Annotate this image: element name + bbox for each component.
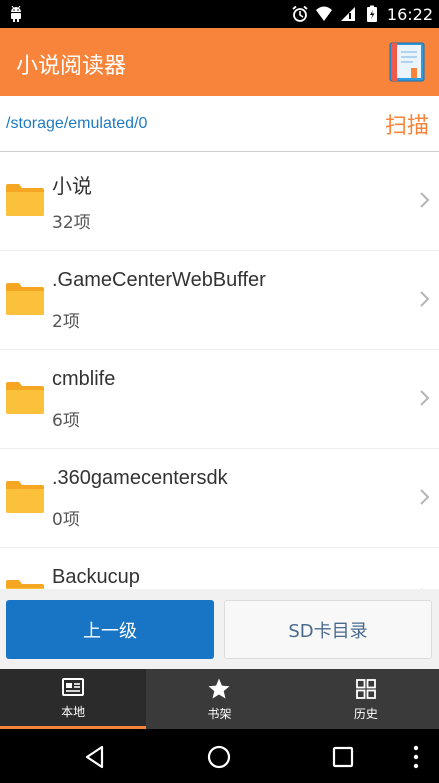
file-count: 32项 <box>52 213 91 233</box>
file-row[interactable]: 小说 32项 <box>0 152 439 251</box>
file-name: .360gamecentersdk <box>52 467 228 489</box>
battery-icon <box>366 5 377 22</box>
folder-icon <box>6 184 44 216</box>
star-icon <box>208 678 230 698</box>
folder-icon <box>6 382 44 414</box>
tab-bookshelf[interactable]: 书架 <box>146 669 292 729</box>
recents-icon[interactable] <box>330 744 356 770</box>
file-count: 2项 <box>52 312 80 332</box>
chevron-right-icon <box>420 192 430 208</box>
path-bar: /storage/emulated/0 扫描 <box>0 96 439 152</box>
file-row[interactable]: cmblife 6项 <box>0 350 439 449</box>
chevron-right-icon <box>420 489 430 505</box>
home-icon[interactable] <box>206 744 232 770</box>
tab-history[interactable]: 历史 <box>293 669 439 729</box>
wifi-icon <box>315 6 332 21</box>
folder-icon <box>6 481 44 513</box>
file-name: Backucup <box>52 566 140 588</box>
action-bar: 上一级 SD卡目录 <box>0 589 439 669</box>
file-list[interactable]: 小说 32项 .GameCenterWebBuffer 2项 cmblife 6… <box>0 152 439 589</box>
tab-label: 本地 <box>61 705 86 719</box>
file-row[interactable]: .360gamecentersdk 0项 <box>0 449 439 548</box>
current-path: /storage/emulated/0 <box>6 115 148 132</box>
bottom-tabs: 本地 书架 历史 <box>0 669 439 729</box>
file-name: .GameCenterWebBuffer <box>52 269 266 291</box>
tab-label: 历史 <box>353 706 378 721</box>
folder-icon <box>6 580 44 589</box>
status-bar: 16:22 <box>0 0 439 28</box>
file-count: 0项 <box>52 510 80 530</box>
app-title: 小说阅读器 <box>16 54 127 79</box>
file-row[interactable]: .GameCenterWebBuffer 2项 <box>0 251 439 350</box>
alarm-icon <box>292 5 308 22</box>
file-row[interactable]: Backucup <box>0 548 439 589</box>
history-icon <box>355 678 376 699</box>
sd-card-button[interactable]: SD卡目录 <box>224 600 432 659</box>
folder-icon <box>6 283 44 315</box>
android-icon <box>11 5 21 22</box>
local-icon <box>62 678 85 696</box>
file-name: 小说 <box>52 176 92 198</box>
tab-local[interactable]: 本地 <box>0 669 147 729</box>
parent-dir-button[interactable]: 上一级 <box>6 600 214 659</box>
more-icon[interactable] <box>408 744 424 770</box>
tab-label: 书架 <box>207 706 232 721</box>
chevron-right-icon <box>420 291 430 307</box>
back-icon[interactable] <box>82 744 108 770</box>
status-time: 16:22 <box>386 4 433 24</box>
app-bar: 小说阅读器 <box>0 28 439 96</box>
scan-button[interactable]: 扫描 <box>385 108 429 140</box>
signal-icon <box>340 7 355 21</box>
file-count: 6项 <box>52 411 80 431</box>
chevron-right-icon <box>420 390 430 406</box>
book-icon[interactable] <box>389 42 425 82</box>
system-nav-bar <box>0 729 439 783</box>
file-name: cmblife <box>52 368 116 390</box>
